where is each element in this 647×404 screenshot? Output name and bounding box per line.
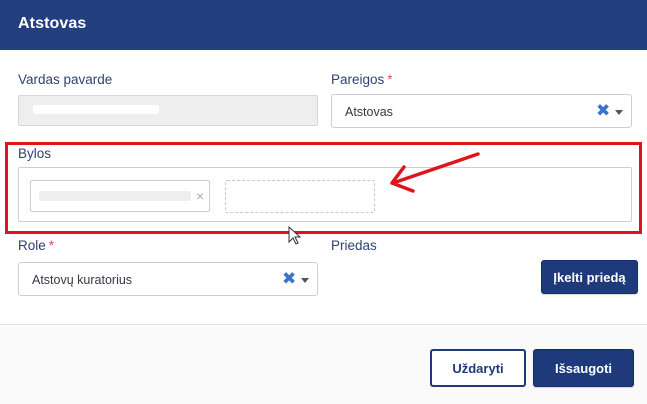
- role-select[interactable]: Atstovų kuratorius ✖: [18, 262, 318, 296]
- vardas-input: [18, 95, 318, 126]
- clear-x-icon[interactable]: ✖: [596, 101, 610, 121]
- redacted-value: [33, 105, 159, 114]
- role-label-text: Role: [18, 238, 46, 253]
- caret-down-icon[interactable]: [301, 278, 309, 283]
- clear-x-icon[interactable]: ✖: [282, 269, 296, 289]
- pareigos-selected-value: Atstovas: [345, 105, 393, 119]
- save-button[interactable]: Išsaugoti: [533, 349, 634, 387]
- role-label: Role *: [18, 238, 54, 253]
- pareigos-select[interactable]: Atstovas ✖: [331, 94, 632, 128]
- dialog-title: Atstovas: [18, 15, 87, 32]
- attach-file-button[interactable]: Įkelti priedą: [541, 260, 638, 294]
- role-selected-value: Atstovų kuratorius: [32, 273, 133, 287]
- annotation-highlight-box: [5, 142, 642, 234]
- arrow-left-icon: [390, 152, 480, 193]
- caret-down-icon[interactable]: [615, 110, 623, 115]
- dialog-header: Atstovas: [0, 0, 647, 50]
- required-mark: *: [48, 238, 55, 253]
- priedas-label: Priedas: [331, 238, 377, 253]
- vardas-label: Vardas pavarde: [18, 72, 113, 87]
- pareigos-label-text: Pareigos: [331, 72, 385, 87]
- close-button[interactable]: Uždaryti: [430, 349, 526, 387]
- mouse-pointer-icon: [288, 226, 302, 245]
- pareigos-label: Pareigos *: [331, 72, 393, 87]
- required-mark: *: [387, 72, 393, 87]
